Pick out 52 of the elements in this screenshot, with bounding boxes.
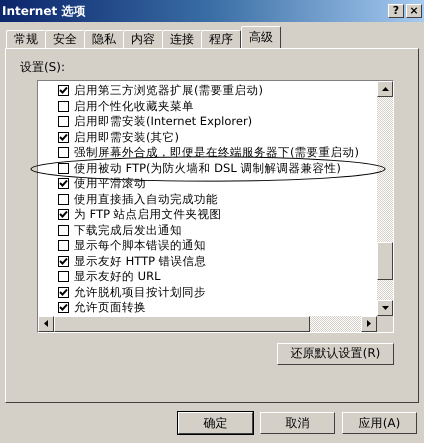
setting-label: 为 FTP 站点启用文件夹视图 bbox=[74, 207, 222, 222]
dialog-button[interactable]: 确定 bbox=[178, 412, 253, 434]
vertical-scrollbar[interactable] bbox=[377, 81, 393, 316]
setting-label: 启用即需安装(Internet Explorer) bbox=[74, 114, 252, 130]
scroll-thumb[interactable] bbox=[54, 316, 310, 332]
restore-defaults-button[interactable]: 还原默认设置(R) bbox=[277, 342, 394, 364]
setting-label: 使用被动 FTP(为防火墙和 DSL 调制解调器兼容性) bbox=[74, 160, 341, 176]
setting-label: 显示友好 HTTP 错误信息 bbox=[74, 254, 207, 269]
tab[interactable]: 连接 bbox=[162, 30, 202, 48]
dialog-button[interactable]: 应用(A) bbox=[342, 412, 417, 434]
tab[interactable]: 安全 bbox=[45, 30, 85, 48]
tab[interactable]: 隐私 bbox=[84, 30, 124, 48]
scrollbar-corner bbox=[377, 316, 393, 332]
checkbox[interactable] bbox=[58, 194, 69, 205]
checkbox[interactable] bbox=[58, 240, 69, 252]
help-button[interactable]: ? bbox=[388, 4, 404, 18]
scroll-right-icon[interactable] bbox=[361, 316, 377, 332]
checkbox[interactable] bbox=[58, 116, 69, 128]
setting-label: 允许页面转换 bbox=[74, 300, 146, 316]
setting-label: 允许脱机项目按计划同步 bbox=[74, 284, 206, 300]
checkbox[interactable] bbox=[58, 286, 69, 298]
scroll-left-icon[interactable] bbox=[38, 316, 54, 332]
checkbox[interactable] bbox=[58, 132, 69, 143]
checkbox[interactable] bbox=[58, 162, 69, 174]
checkbox[interactable] bbox=[58, 209, 69, 220]
checkbox[interactable] bbox=[58, 256, 69, 267]
checkbox[interactable] bbox=[58, 271, 69, 282]
setting-label: 启用第三方浏览器扩展(需要重启动) bbox=[74, 83, 263, 98]
tab[interactable]: 程序 bbox=[201, 30, 241, 48]
dialog-button[interactable]: 取消 bbox=[260, 412, 335, 434]
setting-label: 下载完成后发出通知 bbox=[74, 222, 182, 238]
scroll-up-icon[interactable] bbox=[377, 81, 393, 97]
checkbox[interactable] bbox=[58, 224, 69, 236]
tab[interactable]: 常规 bbox=[6, 30, 46, 48]
setting-label: 显示友好的 URL bbox=[74, 269, 160, 284]
checkbox[interactable] bbox=[58, 85, 69, 96]
checkbox[interactable] bbox=[58, 100, 69, 112]
window-title: Internet 选项 bbox=[2, 2, 86, 20]
scroll-down-icon[interactable] bbox=[377, 300, 393, 316]
scroll-thumb[interactable] bbox=[377, 242, 393, 280]
setting-label: 启用即需安装(其它) bbox=[74, 130, 179, 145]
tab[interactable]: 内容 bbox=[123, 30, 163, 48]
checkbox[interactable] bbox=[58, 147, 69, 158]
close-button[interactable]: × bbox=[406, 4, 422, 18]
checkbox[interactable] bbox=[58, 178, 69, 190]
settings-label: 设置(S): bbox=[20, 59, 66, 76]
horizontal-scrollbar[interactable] bbox=[38, 316, 393, 332]
checkbox[interactable] bbox=[58, 302, 69, 314]
setting-label: 使用直接插入自动完成功能 bbox=[74, 192, 218, 207]
setting-label: 启用个性化收藏夹菜单 bbox=[74, 98, 194, 114]
tab[interactable]: 高级 bbox=[241, 26, 281, 48]
setting-label: 显示每个脚本错误的通知 bbox=[74, 238, 206, 254]
